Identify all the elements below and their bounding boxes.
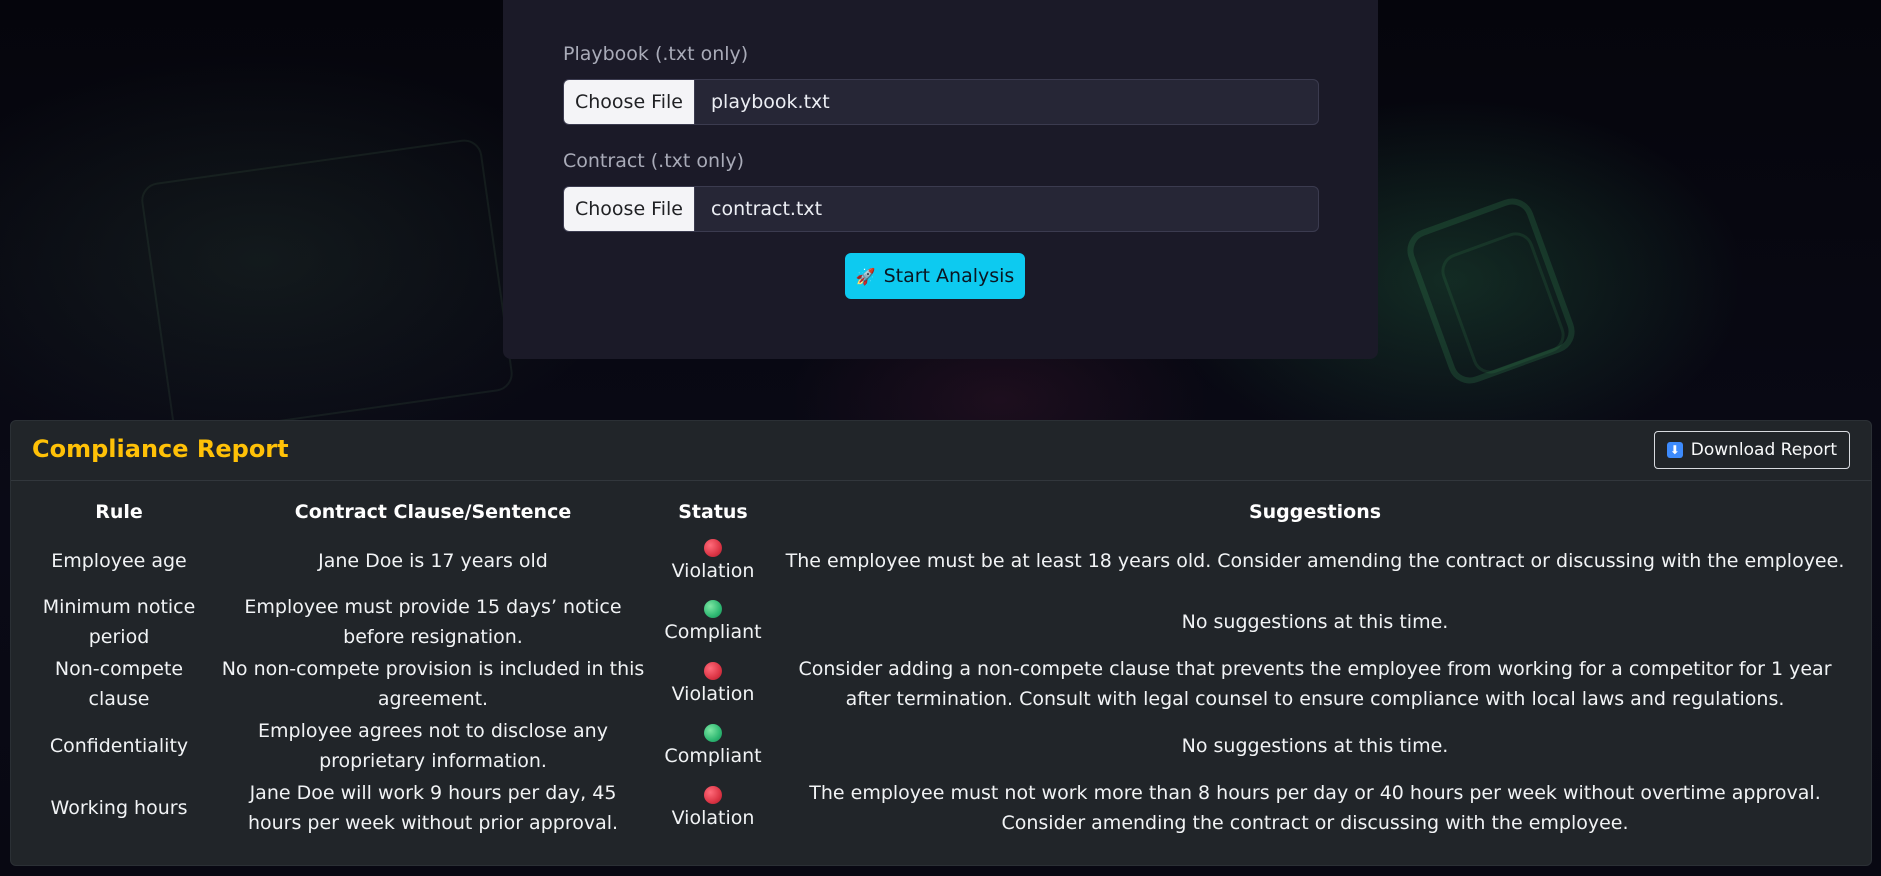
status-cell: Violation (653, 531, 773, 591)
compliant-status-icon (704, 599, 722, 618)
start-analysis-button[interactable]: 🚀 Start Analysis (845, 253, 1025, 299)
table-row: Working hours Jane Doe will work 9 hours… (25, 777, 1857, 839)
rocket-icon: 🚀 (855, 266, 876, 286)
clause-cell: Employee must provide 15 days’ notice be… (244, 596, 622, 648)
suggestion-cell: No suggestions at this time. (1181, 611, 1449, 633)
violation-status-icon (704, 538, 722, 557)
background-laptop-shape (138, 137, 516, 437)
compliance-report-panel: Compliance Report ⬇ Download Report Rule… (10, 420, 1872, 866)
status-cell: Compliant (653, 591, 773, 653)
status-text: Compliant (664, 620, 762, 643)
status-text: Violation (671, 806, 755, 829)
report-title: Compliance Report (32, 435, 289, 463)
contract-file-name: contract.txt (711, 198, 823, 220)
playbook-file-input[interactable]: Choose File playbook.txt (563, 79, 1319, 125)
compliance-table: Rule Contract Clause/Sentence Status Sug… (25, 501, 1857, 839)
playbook-choose-file-button[interactable]: Choose File (564, 80, 695, 124)
column-header-status: Status (678, 501, 748, 523)
compliant-status-icon (704, 723, 722, 742)
column-header-rule: Rule (95, 501, 143, 523)
table-row: Non-compete clause No non-compete provis… (25, 653, 1857, 715)
column-header-clause: Contract Clause/Sentence (294, 501, 572, 523)
status-cell: Violation (653, 777, 773, 839)
clause-cell: Employee agrees not to disclose any prop… (258, 720, 608, 772)
table-row: Employee age Jane Doe is 17 years old Vi… (25, 531, 1857, 591)
report-header: Compliance Report ⬇ Download Report (11, 421, 1871, 481)
column-header-suggestions: Suggestions (1248, 501, 1382, 523)
clause-cell: Jane Doe is 17 years old (318, 550, 548, 572)
rule-cell: Minimum notice period (42, 596, 196, 648)
status-cell: Violation (653, 653, 773, 715)
suggestion-cell: The employee must not work more than 8 h… (809, 782, 1821, 834)
status-text: Violation (671, 682, 755, 705)
rule-cell: Non-compete clause (54, 658, 184, 710)
table-row: Confidentiality Employee agrees not to d… (25, 715, 1857, 777)
contract-label: Contract (.txt only) (563, 150, 745, 172)
start-analysis-label: Start Analysis (883, 265, 1015, 287)
table-header-row: Rule Contract Clause/Sentence Status Sug… (25, 501, 1857, 531)
suggestion-cell: Consider adding a non-compete clause tha… (798, 658, 1832, 710)
clause-cell: Jane Doe will work 9 hours per day, 45 h… (247, 782, 619, 834)
status-cell: Compliant (653, 715, 773, 777)
status-text: Compliant (664, 744, 762, 767)
upload-card: Playbook (.txt only) Choose File playboo… (503, 0, 1378, 359)
download-report-label: Download Report (1690, 440, 1837, 460)
clause-cell: No non-compete provision is included in … (221, 658, 645, 710)
table-row: Minimum notice period Employee must prov… (25, 591, 1857, 653)
rule-cell: Confidentiality (49, 735, 189, 757)
download-icon: ⬇ (1666, 442, 1683, 458)
suggestion-cell: The employee must be at least 18 years o… (785, 550, 1845, 572)
playbook-label: Playbook (.txt only) (563, 43, 749, 65)
playbook-file-name: playbook.txt (711, 91, 830, 113)
violation-status-icon (704, 661, 722, 680)
rule-cell: Working hours (50, 797, 188, 819)
status-text: Violation (671, 559, 755, 582)
contract-file-input[interactable]: Choose File contract.txt (563, 186, 1319, 232)
contract-choose-file-button[interactable]: Choose File (564, 187, 695, 231)
rule-cell: Employee age (51, 550, 187, 572)
suggestion-cell: No suggestions at this time. (1181, 735, 1449, 757)
download-report-button[interactable]: ⬇ Download Report (1653, 431, 1850, 469)
violation-status-icon (704, 785, 722, 804)
